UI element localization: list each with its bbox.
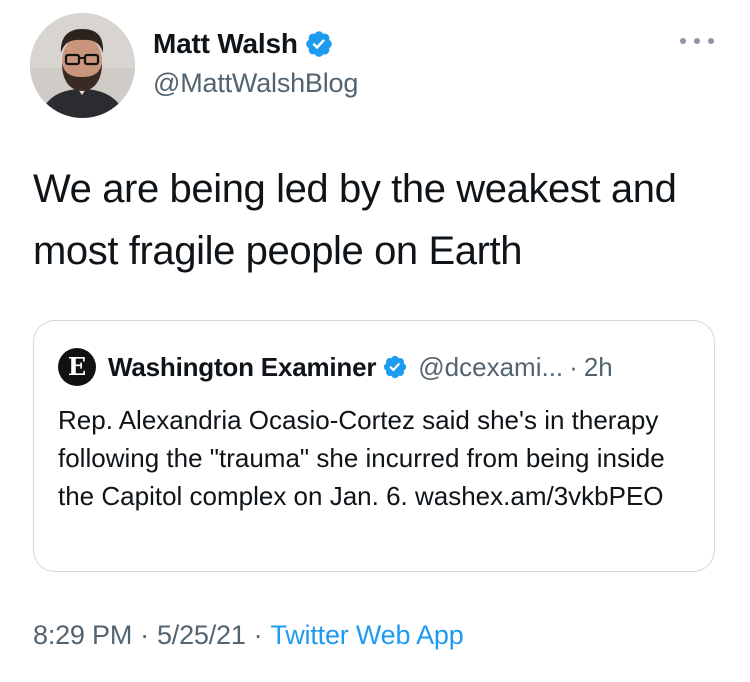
author-name-row: Matt Walsh: [153, 26, 358, 62]
more-dot-icon: [680, 38, 686, 44]
more-options-button[interactable]: [680, 36, 714, 46]
quoted-tweet-card[interactable]: E Washington Examiner @dcexami... · 2h R…: [33, 320, 715, 572]
quoted-author-handle[interactable]: @dcexami...: [418, 352, 563, 383]
separator-dot: ·: [253, 620, 263, 650]
verified-badge-icon: [384, 355, 407, 379]
tweet-author[interactable]: Matt Walsh @MattWalshBlog: [153, 26, 358, 99]
source-app-link[interactable]: Twitter Web App: [270, 620, 463, 650]
separator-dot: ·: [140, 620, 149, 650]
more-dot-icon: [694, 38, 700, 44]
person-avatar-icon: [30, 13, 135, 118]
tweet-date[interactable]: 5/25/21: [157, 620, 246, 650]
author-name[interactable]: Matt Walsh: [153, 28, 298, 60]
tweet-text: We are being led by the weakest and most…: [33, 167, 677, 273]
tweet-meta: 8:29 PM · 5/25/21 · Twitter Web App: [33, 620, 464, 651]
more-dot-icon: [708, 38, 714, 44]
author-avatar[interactable]: [30, 13, 135, 118]
verified-badge-icon: [305, 31, 332, 57]
tweet-time[interactable]: 8:29 PM: [33, 620, 132, 650]
quoted-tweet-text: Rep. Alexandria Ocasio-Cortez said she's…: [58, 405, 665, 511]
quoted-tweet-header: E Washington Examiner @dcexami... · 2h: [58, 348, 613, 386]
separator-dot: ·: [569, 351, 578, 382]
author-handle[interactable]: @MattWalshBlog: [153, 68, 358, 99]
quoted-tweet-time[interactable]: 2h: [584, 352, 613, 383]
quoted-author-name[interactable]: Washington Examiner: [108, 352, 376, 383]
washington-examiner-logo-icon[interactable]: E: [58, 348, 96, 386]
